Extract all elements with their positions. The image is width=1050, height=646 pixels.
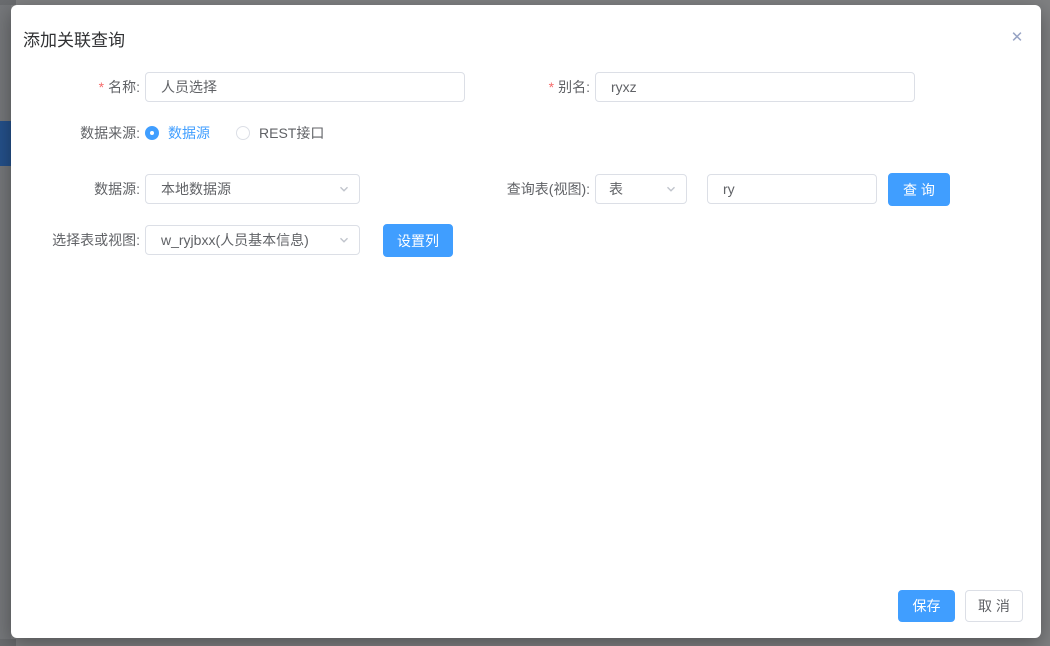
chevron-down-icon	[338, 183, 350, 195]
search-button[interactable]: 查 询	[888, 173, 950, 206]
radio-option-datasource[interactable]: 数据源	[145, 123, 210, 143]
radio-selected-icon	[145, 126, 159, 140]
background-bottom-corner	[0, 639, 16, 646]
name-input[interactable]	[145, 72, 465, 102]
datasource-label: 数据源:	[11, 174, 140, 204]
background-topbar-corner	[0, 0, 16, 5]
table-type-select[interactable]: 表	[595, 174, 687, 204]
table-select[interactable]: w_ryjbxx(人员基本信息)	[145, 225, 360, 255]
table-select-value: w_ryjbxx(人员基本信息)	[161, 230, 309, 250]
data-origin-label: 数据来源:	[11, 118, 140, 148]
background-sidebar	[0, 0, 11, 646]
table-type-select-value: 表	[609, 179, 623, 199]
dialog-title: 添加关联查询	[23, 26, 125, 51]
set-columns-button[interactable]: 设置列	[383, 224, 453, 257]
chevron-down-icon	[338, 234, 350, 246]
add-related-query-dialog: 添加关联查询 ✕ *名称: *别名: 数据来源: 数据源 REST接口 数据源:	[11, 5, 1041, 638]
close-button[interactable]: ✕	[1003, 24, 1031, 52]
datasource-select-value: 本地数据源	[161, 179, 231, 199]
save-button[interactable]: 保存	[898, 590, 955, 622]
query-table-label: 查询表(视图):	[431, 174, 590, 204]
data-origin-radio-group: 数据源 REST接口	[145, 118, 324, 148]
alias-input[interactable]	[595, 72, 915, 102]
table-keyword-input[interactable]	[707, 174, 877, 204]
screen: 添加关联查询 ✕ *名称: *别名: 数据来源: 数据源 REST接口 数据源:	[0, 0, 1050, 646]
alias-label: *别名:	[461, 72, 590, 102]
chevron-down-icon	[665, 183, 677, 195]
datasource-select[interactable]: 本地数据源	[145, 174, 360, 204]
radio-option-rest-api[interactable]: REST接口	[236, 123, 324, 143]
required-asterisk: *	[549, 79, 554, 95]
name-label: *名称:	[11, 72, 140, 102]
cancel-button[interactable]: 取 消	[965, 590, 1023, 622]
radio-unselected-icon	[236, 126, 250, 140]
table-select-label: 选择表或视图:	[11, 225, 140, 255]
background-sidebar-active-item	[0, 121, 11, 166]
required-asterisk: *	[99, 79, 104, 95]
radio-option-label: 数据源	[168, 123, 210, 143]
close-icon: ✕	[1011, 29, 1024, 46]
radio-option-label: REST接口	[259, 123, 324, 143]
